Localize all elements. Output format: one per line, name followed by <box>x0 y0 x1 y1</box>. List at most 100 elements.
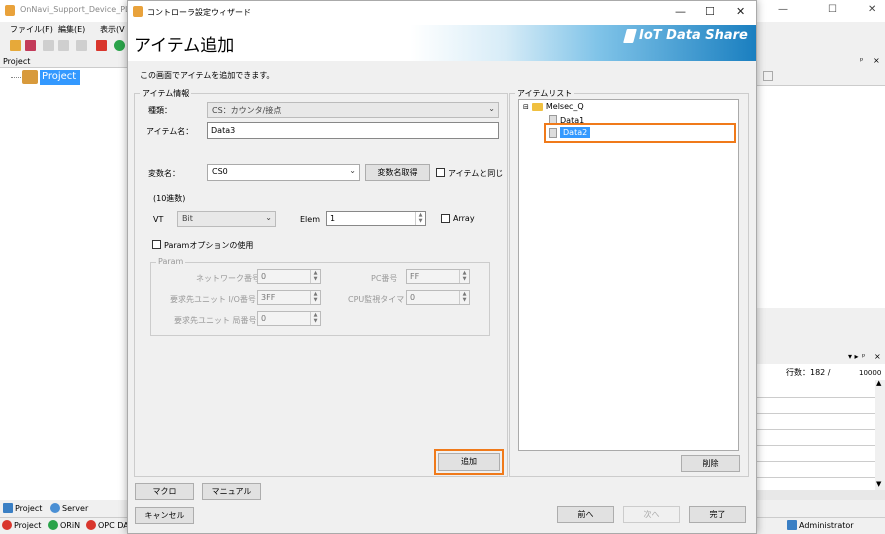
folder-icon <box>531 102 543 111</box>
app-icon <box>5 5 15 16</box>
pc-no-label: PC番号 <box>371 274 398 283</box>
page-title: アイテム追加 <box>134 36 235 56</box>
vt-label: VT <box>153 215 164 224</box>
fetch-var-button[interactable]: 変数名取得 <box>365 164 430 181</box>
pin-icon[interactable]: ᵖ <box>862 352 865 361</box>
copy-icon[interactable] <box>43 40 54 51</box>
array-checkbox[interactable] <box>441 214 450 223</box>
vertical-scrollbar[interactable] <box>875 380 885 490</box>
status-orin: ORiN <box>48 520 80 530</box>
same-as-item-label: アイテムと同じ <box>448 169 504 178</box>
radix-label: (10進数) <box>153 194 186 203</box>
item-name-input[interactable]: Data3 <box>207 122 499 139</box>
cpu-timer-label: CPU監視タイマ <box>348 295 405 304</box>
status-label: ORiN <box>60 520 81 530</box>
close-icon[interactable]: × <box>873 56 880 65</box>
paste-icon[interactable] <box>58 40 69 51</box>
tree-node-melsec[interactable]: ⊟ Melsec_Q <box>523 102 584 111</box>
right-pane-content <box>757 86 885 308</box>
dropdown-icon[interactable]: ▾ ▸ <box>848 352 859 361</box>
item-name-label: アイテム名： <box>146 127 194 136</box>
cancel-button[interactable]: キャンセル <box>135 507 194 524</box>
grid-line <box>757 445 875 446</box>
tab-project[interactable]: Project <box>3 503 42 513</box>
stop-icon[interactable] <box>96 40 107 51</box>
finish-button[interactable]: 完了 <box>689 506 746 523</box>
delete-icon[interactable] <box>76 40 87 51</box>
next-button: 次へ <box>623 506 680 523</box>
macro-button[interactable]: マクロ <box>135 483 194 500</box>
run-icon[interactable] <box>114 40 125 51</box>
req-unit-io-label: 要求先ユニット I/O番号 <box>170 295 256 304</box>
spinner-arrows-icon: ▲ ▼ <box>310 312 320 325</box>
spinner-arrows-icon[interactable]: ▲ ▼ <box>415 212 425 225</box>
cpu-timer-spinner: 0 ▲ ▼ <box>406 290 470 305</box>
collapse-icon[interactable]: ⊟ <box>523 103 529 111</box>
status-label: Project <box>14 520 42 530</box>
elem-spinner[interactable]: 1 ▲ ▼ <box>326 211 426 226</box>
grid-line <box>757 397 875 398</box>
row-count-label: 行数：182 / <box>786 368 831 377</box>
user-icon <box>787 520 797 530</box>
background-menubar: ファイル(F) 編集(E) 表示(V <box>0 22 130 36</box>
pin-icon[interactable]: ᵖ <box>860 56 863 65</box>
close-icon[interactable]: × <box>874 352 881 361</box>
param-group-label: Param <box>156 257 186 266</box>
menu-view[interactable]: 表示(V <box>100 24 125 35</box>
background-toolbar <box>0 37 130 55</box>
network-no-value: 0 <box>261 272 267 281</box>
menu-file[interactable]: ファイル(F) <box>10 24 53 35</box>
req-unit-station-spinner: 0 ▲ ▼ <box>257 311 321 326</box>
close-icon[interactable]: ✕ <box>736 5 745 18</box>
same-as-item-checkbox[interactable] <box>436 168 445 177</box>
project-tab-icon <box>3 503 13 513</box>
var-name-combo[interactable]: CS0 ⌄ <box>207 164 360 181</box>
menu-edit[interactable]: 編集(E) <box>58 24 85 35</box>
save-icon[interactable] <box>25 40 36 51</box>
properties-icon[interactable] <box>763 71 773 81</box>
status-project: Project <box>2 520 41 530</box>
var-name-label: 変数名： <box>148 169 180 178</box>
tree-root-project[interactable]: Project <box>40 70 80 85</box>
manual-button[interactable]: マニュアル <box>202 483 261 500</box>
item-tree[interactable] <box>518 99 739 451</box>
param-option-checkbox[interactable] <box>152 240 161 249</box>
pc-no-spinner: FF ▲ ▼ <box>406 269 470 284</box>
type-select[interactable]: CS：カウンタ/接点 ⌄ <box>207 102 499 118</box>
scroll-up-icon[interactable]: ▲ <box>876 379 881 387</box>
item-list-group-label: アイテムリスト <box>515 88 575 99</box>
project-pane-label: Project <box>3 57 31 66</box>
grid-line <box>757 429 875 430</box>
project-icon <box>22 70 38 84</box>
status-opc: OPC DA <box>86 520 129 530</box>
ok-icon <box>48 520 58 530</box>
minimize-icon[interactable]: — <box>675 5 686 18</box>
scroll-down-icon[interactable]: ▼ <box>876 480 881 488</box>
vt-select[interactable]: Bit ⌄ <box>177 211 276 227</box>
dialog-title: コントローラ設定ウィザード <box>147 8 251 17</box>
spinner-arrows-icon: ▲ ▼ <box>459 270 469 283</box>
open-icon[interactable] <box>10 40 21 51</box>
grid-line <box>757 461 875 462</box>
spinner-arrows-icon: ▲ ▼ <box>310 270 320 283</box>
network-no-label: ネットワーク番号 <box>196 274 260 283</box>
horizontal-scrollbar[interactable] <box>757 490 885 500</box>
prev-button[interactable]: 前へ <box>557 506 614 523</box>
item-info-group-label: アイテム情報 <box>140 88 192 99</box>
chevron-down-icon: ⌄ <box>349 166 356 175</box>
error-icon <box>86 520 96 530</box>
grid-line <box>757 477 875 478</box>
maximize-icon[interactable]: ☐ <box>705 5 715 18</box>
maximize-icon[interactable]: ☐ <box>828 4 837 15</box>
status-label: OPC DA <box>98 520 129 530</box>
minimize-icon[interactable]: — <box>778 4 788 15</box>
close-icon[interactable]: ✕ <box>868 4 876 15</box>
spinner-arrows-icon: ▲ ▼ <box>459 291 469 304</box>
delete-button[interactable]: 削除 <box>681 455 740 472</box>
tab-server[interactable]: Server <box>50 503 88 513</box>
server-tab-icon <box>50 503 60 513</box>
status-user: Administrator <box>787 520 854 530</box>
req-unit-io-spinner: 3FF ▲ ▼ <box>257 290 321 305</box>
error-icon <box>2 520 12 530</box>
pc-no-value: FF <box>410 272 420 281</box>
